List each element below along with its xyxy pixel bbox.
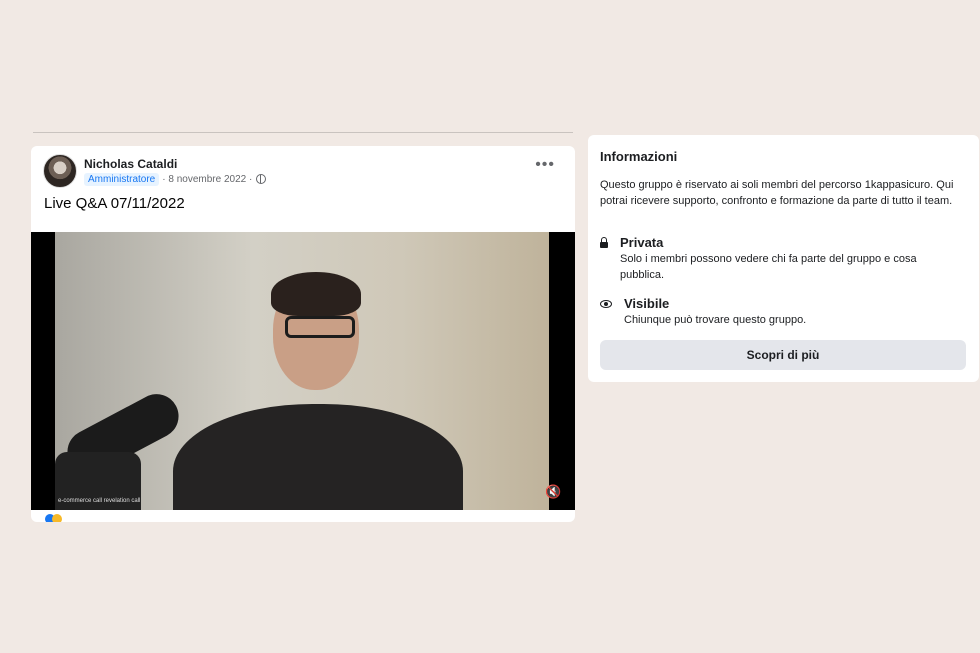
feed-divider xyxy=(33,132,573,133)
eye-icon xyxy=(600,300,612,308)
video-player[interactable]: e-commerce call revelation call 🔇 xyxy=(31,232,575,510)
info-description: Questo gruppo è riservato ai soli membri… xyxy=(600,179,954,207)
more-options-icon[interactable]: ••• xyxy=(535,157,555,173)
post-meta: Nicholas Cataldi Amministratore · 8 nove… xyxy=(84,157,267,186)
discover-more-button[interactable]: Scopri di più xyxy=(600,340,966,370)
info-row-private: Privata Solo i membri possono vedere chi… xyxy=(600,235,960,283)
muted-speaker-icon[interactable]: 🔇 xyxy=(545,484,563,500)
author-name[interactable]: Nicholas Cataldi xyxy=(84,157,266,172)
post-header: Nicholas Cataldi Amministratore · 8 nove… xyxy=(43,154,267,188)
private-label: Privata xyxy=(620,235,664,250)
private-text-block: Privata Solo i membri possono vedere chi… xyxy=(620,235,960,283)
post-card: Nicholas Cataldi Amministratore · 8 nove… xyxy=(31,146,575,522)
visible-text-block: Visibile Chiunque può trovare questo gru… xyxy=(624,296,964,328)
video-person-body xyxy=(173,404,463,510)
role-badge[interactable]: Amministratore xyxy=(84,172,160,186)
globe-icon xyxy=(256,174,267,184)
info-title: Informazioni xyxy=(600,149,678,164)
info-row-visible: Visibile Chiunque può trovare questo gru… xyxy=(600,296,964,328)
reactions[interactable] xyxy=(45,514,62,522)
visible-description: Chiunque può trovare questo gruppo. xyxy=(624,314,807,326)
video-person-hair xyxy=(271,272,361,316)
group-info-card: Informazioni Questo gruppo è riservato a… xyxy=(588,135,979,382)
visible-label: Visibile xyxy=(624,296,670,311)
video-caption: e-commerce call revelation call xyxy=(58,498,141,504)
video-frame xyxy=(55,232,549,510)
post-title: Live Q&A 07/11/2022 xyxy=(44,195,185,212)
avatar[interactable] xyxy=(43,154,77,188)
private-description: Solo i membri possono vedere chi fa part… xyxy=(620,253,917,281)
love-reaction-icon xyxy=(52,514,62,522)
video-person-glasses xyxy=(285,316,355,338)
lock-icon xyxy=(600,237,608,248)
post-date[interactable]: · 8 novembre 2022 · xyxy=(162,174,252,185)
meta-line: Amministratore · 8 novembre 2022 · xyxy=(84,172,267,186)
